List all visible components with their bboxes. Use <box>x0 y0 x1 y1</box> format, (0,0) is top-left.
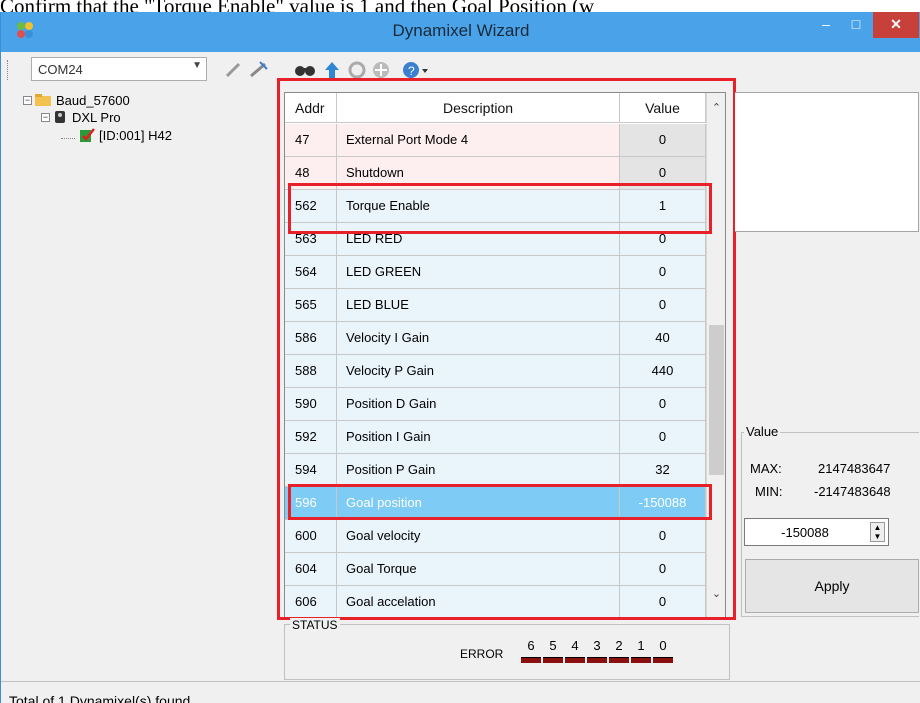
error-bit-label: 1 <box>637 638 645 653</box>
status-label: STATUS <box>290 618 340 632</box>
device-check-icon <box>80 128 95 142</box>
upload-firmware-icon[interactable] <box>323 60 341 80</box>
search-device-icon[interactable] <box>293 60 317 80</box>
disconnect-icon[interactable] <box>247 60 269 80</box>
error-bit-led <box>587 657 607 663</box>
servo-icon <box>55 111 65 123</box>
value-spinbox[interactable]: -150088 ▲ ▼ <box>744 518 889 546</box>
error-bit-led <box>521 657 541 663</box>
status-bar-text: Total of 1 Dynamixel(s) found. <box>9 693 195 703</box>
spin-updown-icon[interactable]: ▲ ▼ <box>870 522 885 542</box>
port-select[interactable]: COM24 ▼ <box>31 57 207 81</box>
error-label: ERROR <box>460 647 504 661</box>
svg-text:?: ? <box>408 64 415 78</box>
folder-icon <box>35 94 51 106</box>
value-group-label: Value <box>744 424 781 439</box>
app-window: Dynamixel Wizard – □ ✕ COM24 ▼ ? − Baud_… <box>0 12 920 703</box>
error-bit-label: 5 <box>549 638 557 653</box>
maximize-button[interactable]: □ <box>841 12 871 38</box>
connect-icon[interactable] <box>223 60 243 80</box>
window-title: Dynamixel Wizard <box>392 21 530 40</box>
info-panel <box>735 92 919 232</box>
max-value: 2147483647 <box>818 461 891 476</box>
error-bit-label: 0 <box>659 638 667 653</box>
min-label: MIN: <box>755 484 783 499</box>
error-bit-led <box>653 657 673 663</box>
highlight-goal-position-box <box>288 484 712 520</box>
close-button[interactable]: ✕ <box>873 12 919 38</box>
collapse-icon[interactable]: − <box>23 95 32 105</box>
error-bit-led <box>631 657 651 663</box>
chevron-down-icon: ▼ <box>192 60 202 71</box>
tree-node-baud[interactable]: − Baud_57600 <box>23 92 130 108</box>
highlight-table-box <box>277 78 736 620</box>
error-bit-led <box>543 657 563 663</box>
tree-node-model[interactable]: − DXL Pro <box>41 109 121 125</box>
error-bit-label: 4 <box>571 638 579 653</box>
apply-button[interactable]: Apply <box>745 559 919 613</box>
help-icon[interactable]: ? <box>401 60 429 80</box>
error-bit-label: 2 <box>615 638 623 653</box>
refresh-icon[interactable] <box>347 60 367 80</box>
tree-label-model: DXL Pro <box>72 109 121 125</box>
title-bar: Dynamixel Wizard – □ ✕ <box>1 12 920 52</box>
status-bar: Total of 1 Dynamixel(s) found. <box>1 681 920 703</box>
error-bit-led <box>609 657 629 663</box>
collapse-icon[interactable]: − <box>41 112 50 122</box>
port-value: COM24 <box>38 62 83 77</box>
tree-node-device[interactable]: [ID:001] H42 <box>61 127 172 143</box>
error-bit-label: 3 <box>593 638 601 653</box>
error-bit-led <box>565 657 585 663</box>
value-input[interactable]: -150088 <box>745 525 865 540</box>
highlight-torque-enable-box <box>288 183 712 234</box>
status-panel: STATUS ERROR 6543210 <box>284 618 730 680</box>
error-bit-label: 6 <box>527 638 535 653</box>
toolbar-grip <box>7 60 10 80</box>
tree-label-device: [ID:001] H42 <box>99 127 172 143</box>
min-value: -2147483648 <box>814 484 891 499</box>
tree-label-baud: Baud_57600 <box>56 92 130 108</box>
minimize-button[interactable]: – <box>811 12 841 38</box>
add-icon[interactable] <box>371 60 391 80</box>
device-tree: − Baud_57600 − DXL Pro [ID:001] H42 <box>23 92 273 662</box>
max-label: MAX: <box>750 461 782 476</box>
